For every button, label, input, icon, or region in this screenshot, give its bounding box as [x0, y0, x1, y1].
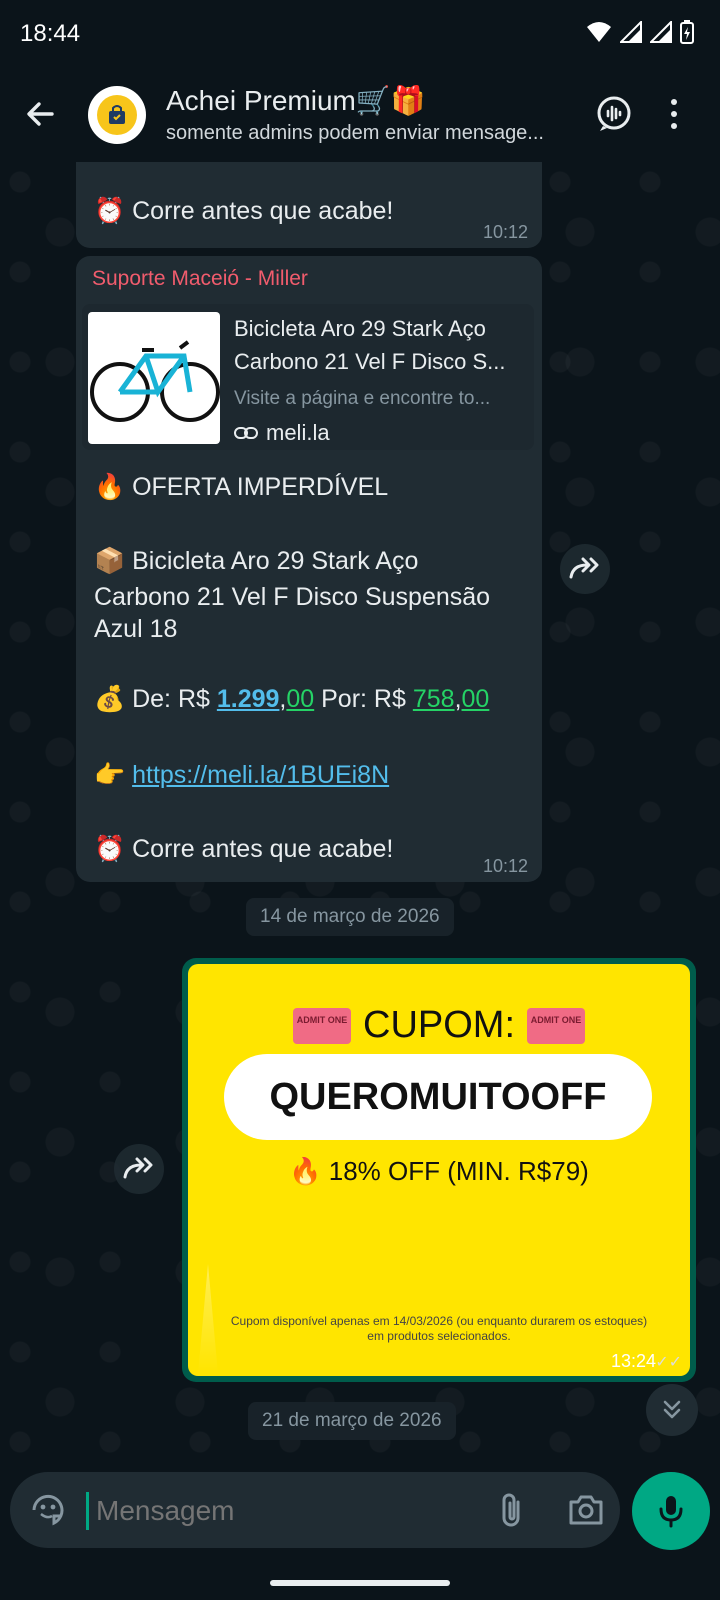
status-bar: 18:44	[0, 0, 720, 66]
link-text: 👉 https://meli.la/1BUEi8N	[94, 758, 389, 792]
price-to-link[interactable]: 758	[413, 685, 455, 713]
message-bubble[interactable]: Suporte Maceió - Miller Bicicleta Aro 29…	[76, 256, 542, 882]
message-bubble[interactable]: ⏰ Corre antes que acabe! 10:12	[76, 162, 542, 248]
coupon-code: QUEROMUITOOFF	[224, 1054, 652, 1140]
voice-chat-icon[interactable]	[594, 94, 634, 134]
alarm-clock-icon: ⏰	[94, 835, 126, 863]
status-icons	[586, 20, 694, 44]
money-bag-icon: 💰	[94, 685, 126, 713]
fire-icon: 🔥	[94, 473, 126, 501]
closing-text: ⏰ Corre antes que acabe!	[94, 835, 394, 863]
shopping-bag-icon	[97, 95, 137, 135]
sender-name[interactable]: Suporte Maceió - Miller	[92, 266, 308, 292]
message-time: 10:12	[482, 856, 528, 876]
signal-icon-2	[650, 21, 672, 43]
chat-header: Achei Premium🛒🎁 somente admins podem env…	[0, 66, 720, 162]
sticker-emoji-icon[interactable]	[28, 1490, 68, 1530]
preview-title: Bicicleta Aro 29 Stark Aço Carbono 21 Ve…	[234, 316, 506, 374]
product-thumbnail	[88, 312, 220, 444]
ticket-icon: ADMIT ONE	[293, 1007, 351, 1044]
link-icon	[234, 427, 258, 439]
coupon-note: Cupom disponível apenas em 14/03/2026 (o…	[230, 1314, 648, 1343]
product-text-line2: Carbono 21 Vel F Disco Suspensão	[94, 583, 491, 611]
price-text: 💰 De: R$ 1.299,00 Por: R$ 758,00	[94, 685, 490, 713]
coupon-image[interactable]: ADMIT ONE CUPOM: ADMIT ONE QUEROMUITOOFF…	[188, 964, 690, 1376]
price-from-link[interactable]: 1.299	[217, 685, 280, 713]
wifi-icon	[587, 22, 611, 42]
signal-icon	[620, 21, 642, 43]
double-chevron-down-icon	[663, 1400, 681, 1419]
offer-text: 🔥 OFERTA IMPERDÍVEL	[94, 473, 389, 501]
forward-icon	[569, 557, 599, 579]
light-flare	[198, 1264, 218, 1374]
offer-link[interactable]: https://meli.la/1BUEi8N	[132, 761, 389, 789]
microphone-button[interactable]	[632, 1472, 710, 1550]
forward-icon	[123, 1157, 153, 1179]
pointing-hand-icon: 👉	[94, 761, 126, 789]
forward-button[interactable]	[114, 1144, 164, 1194]
date-divider: 14 de março de 2026	[246, 898, 454, 936]
chat-subtitle[interactable]: somente admins podem enviar mensage...	[166, 122, 576, 145]
more-vert-icon[interactable]	[664, 96, 684, 132]
link-preview[interactable]: Bicicleta Aro 29 Stark Aço Carbono 21 Ve…	[82, 304, 534, 450]
package-icon: 📦	[94, 547, 126, 575]
alarm-clock-icon: ⏰	[94, 197, 126, 225]
battery-icon	[680, 20, 694, 44]
read-check-icon: ✓✓	[655, 1354, 682, 1371]
image-message[interactable]: ADMIT ONE CUPOM: ADMIT ONE QUEROMUITOOFF…	[182, 958, 696, 1382]
message-time: 10:12	[482, 222, 528, 242]
microphone-icon	[659, 1496, 683, 1528]
product-text: 📦 Bicicleta Aro 29 Stark Aço	[94, 547, 419, 575]
message-text: ⏰ Corre antes que acabe!	[94, 197, 394, 225]
paperclip-icon[interactable]	[492, 1490, 532, 1530]
price-from-cents[interactable]: 00	[286, 685, 314, 713]
message-input[interactable]	[96, 1492, 466, 1530]
home-indicator[interactable]	[270, 1580, 450, 1586]
message-input-container[interactable]	[10, 1472, 620, 1548]
back-arrow-icon[interactable]	[22, 96, 58, 132]
chat-area[interactable]: ⏰ Corre antes que acabe! 10:12 Suporte M…	[0, 162, 720, 1472]
forward-button[interactable]	[560, 544, 610, 594]
preview-domain[interactable]: meli.la	[234, 416, 330, 450]
product-text-line3: Azul 18	[94, 615, 178, 643]
message-time: 13:24	[610, 1351, 656, 1371]
camera-icon[interactable]	[566, 1490, 606, 1530]
coupon-heading: ADMIT ONE CUPOM: ADMIT ONE	[188, 1004, 690, 1047]
fire-icon: 🔥	[289, 1156, 322, 1186]
scroll-down-button[interactable]	[646, 1384, 698, 1436]
text-caret	[86, 1492, 89, 1530]
avatar[interactable]	[88, 86, 146, 144]
date-divider: 21 de março de 2026	[248, 1402, 456, 1440]
chat-title[interactable]: Achei Premium🛒🎁	[166, 84, 426, 117]
price-to-cents[interactable]: 00	[462, 685, 490, 713]
preview-description: Visite a página e encontre to...	[234, 388, 491, 409]
coupon-discount: 🔥 18% OFF (MIN. R$79)	[289, 1156, 589, 1186]
composer-bar	[0, 1472, 720, 1600]
status-time: 18:44	[20, 20, 81, 47]
ticket-icon: ADMIT ONE	[527, 1007, 585, 1044]
